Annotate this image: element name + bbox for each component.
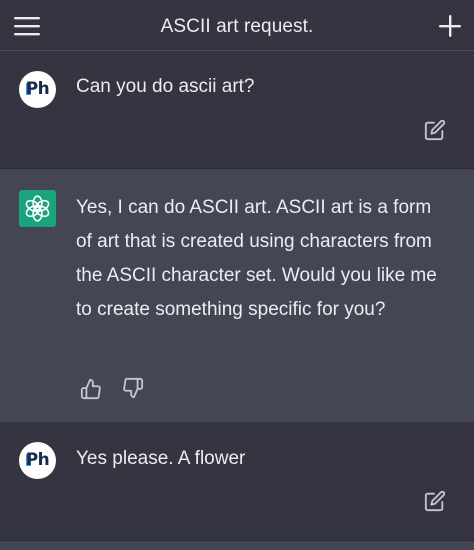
- next-message-edge: [0, 541, 474, 550]
- message-text: Can you do ascii art?: [76, 76, 255, 97]
- user-avatar: Ph: [19, 442, 56, 479]
- thumbs-up-icon[interactable]: [80, 378, 102, 400]
- assistant-message: Yes, I can do ASCII art. ASCII art is a …: [0, 169, 474, 423]
- openai-logo-icon: [19, 190, 56, 227]
- thumbs-down-icon[interactable]: [122, 377, 144, 399]
- message-text: Yes, I can do ASCII art. ASCII art is a …: [76, 197, 437, 320]
- edit-icon[interactable]: [424, 490, 446, 512]
- user-message: Ph Yes please. A flower: [0, 423, 474, 541]
- message-text: Yes please. A flower: [76, 448, 246, 469]
- top-bar: ASCII art request.: [0, 0, 474, 51]
- edit-icon[interactable]: [424, 119, 446, 141]
- user-avatar: Ph: [19, 71, 56, 108]
- avatar-initials: Ph: [25, 79, 50, 99]
- user-message: Ph Can you do ascii art?: [0, 51, 474, 169]
- conversation-title: ASCII art request.: [160, 16, 314, 37]
- avatar-initials: Ph: [25, 450, 50, 470]
- plus-icon[interactable]: [438, 14, 462, 38]
